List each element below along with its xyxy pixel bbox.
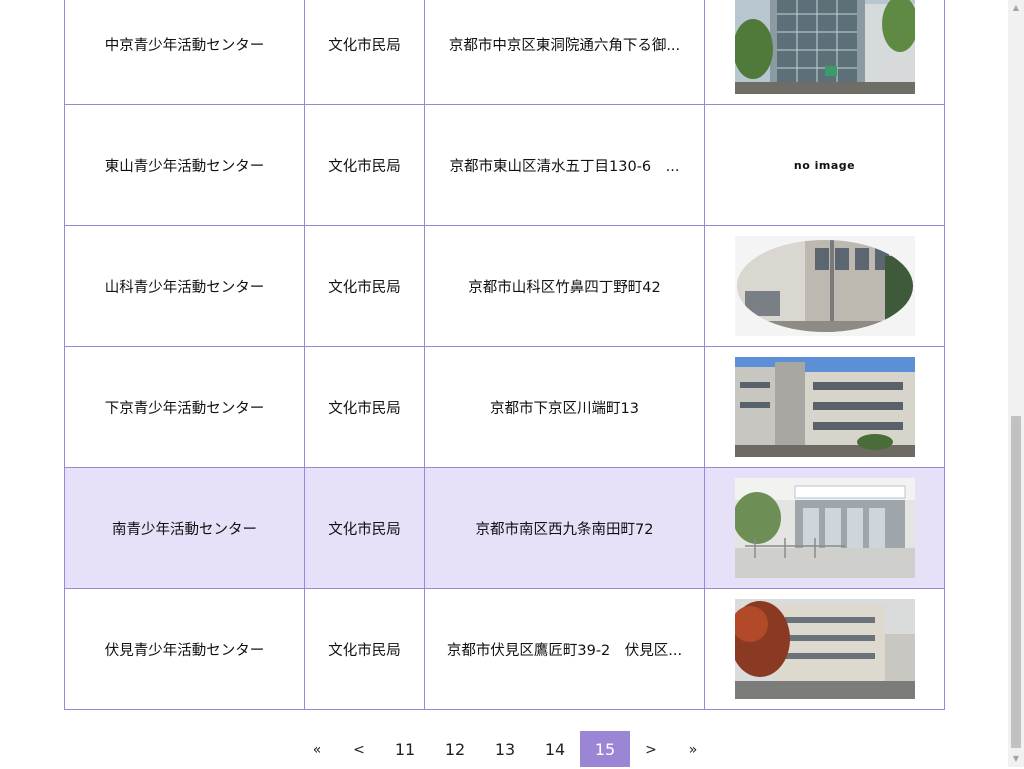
last-page-link[interactable]: » [672,731,714,767]
facility-name: 下京青少年活動センター [64,346,305,468]
table-row[interactable]: 下京青少年活動センター 文化市民局 京都市下京区川端町13 [64,346,945,468]
facility-department: 文化市民局 [304,104,425,226]
building-photo[interactable] [734,236,915,336]
table-row[interactable]: 東山青少年活動センター 文化市民局 京都市東山区清水五丁目130-6 ... n… [64,104,945,226]
building-photo[interactable] [734,599,915,699]
vertical-scrollbar[interactable]: ▲ ▼ [1008,0,1024,767]
facility-image-cell [704,467,945,589]
facility-address: 京都市山科区竹鼻四丁野町42 [424,225,705,347]
next-page-link[interactable]: > [630,731,672,767]
facility-address: 京都市東山区清水五丁目130-6 ... [424,104,705,226]
facility-table: 中京青少年活動センター 文化市民局 京都市中京区東洞院通六角下る御... 東山青… [64,0,945,710]
scroll-down-arrow-icon[interactable]: ▼ [1008,751,1024,767]
facility-name: 山科青少年活動センター [64,225,305,347]
facility-department: 文化市民局 [304,346,425,468]
facility-image-cell [704,225,945,347]
facility-address: 京都市南区西九条南田町72 [424,467,705,589]
facility-department: 文化市民局 [304,467,425,589]
first-page-link[interactable]: « [296,731,338,767]
scroll-up-arrow-icon[interactable]: ▲ [1008,0,1024,16]
facility-name: 東山青少年活動センター [64,104,305,226]
page-link-11[interactable]: 11 [380,731,430,767]
page-link-14[interactable]: 14 [530,731,580,767]
table-row[interactable]: 中京青少年活動センター 文化市民局 京都市中京区東洞院通六角下る御... [64,0,945,105]
table-row[interactable]: 伏見青少年活動センター 文化市民局 京都市伏見区鷹匠町39-2 伏見区... [64,588,945,710]
building-photo[interactable] [734,0,915,94]
page: 中京青少年活動センター 文化市民局 京都市中京区東洞院通六角下る御... 東山青… [0,0,1008,767]
facility-address: 京都市下京区川端町13 [424,346,705,468]
pagination: « < 11 12 13 14 15 > » [296,731,714,767]
facility-image-cell [704,588,945,710]
facility-department: 文化市民局 [304,225,425,347]
facility-name: 伏見青少年活動センター [64,588,305,710]
facility-image-cell [704,0,945,105]
facility-image-cell: no image [704,104,945,226]
facility-name: 中京青少年活動センター [64,0,305,105]
facility-address: 京都市中京区東洞院通六角下る御... [424,0,705,105]
facility-address: 京都市伏見区鷹匠町39-2 伏見区... [424,588,705,710]
facility-image-cell [704,346,945,468]
page-link-current[interactable]: 15 [580,731,630,767]
scroll-thumb[interactable] [1011,416,1021,748]
page-link-12[interactable]: 12 [430,731,480,767]
prev-page-link[interactable]: < [338,731,380,767]
facility-department: 文化市民局 [304,0,425,105]
facility-name: 南青少年活動センター [64,467,305,589]
building-photo[interactable] [734,357,915,457]
facility-department: 文化市民局 [304,588,425,710]
page-link-13[interactable]: 13 [480,731,530,767]
table-row[interactable]: 山科青少年活動センター 文化市民局 京都市山科区竹鼻四丁野町42 [64,225,945,347]
table-row[interactable]: 南青少年活動センター 文化市民局 京都市南区西九条南田町72 [64,467,945,589]
building-photo[interactable] [734,478,915,578]
no-image-label: no image [793,159,856,172]
